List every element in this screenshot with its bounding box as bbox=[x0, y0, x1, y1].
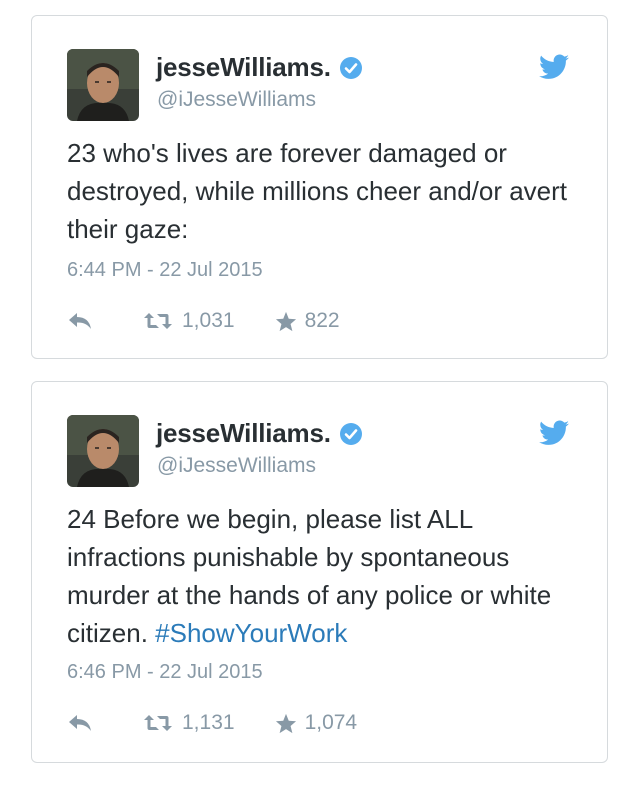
display-name[interactable]: jesseWilliams. bbox=[156, 418, 331, 449]
star-icon bbox=[275, 713, 296, 733]
user-handle[interactable]: @iJesseWilliams bbox=[157, 454, 316, 478]
reply-icon bbox=[69, 715, 91, 731]
favorite-count: 1,074 bbox=[304, 711, 358, 734]
star-icon bbox=[275, 311, 296, 331]
retweet-icon bbox=[144, 313, 172, 329]
twitter-bird-icon[interactable] bbox=[539, 54, 569, 80]
timestamp[interactable]: 6:44 PM - 22 Jul 2015 bbox=[67, 259, 263, 282]
favorite-button[interactable]: 1,074 bbox=[275, 711, 358, 735]
favorite-count: 822 bbox=[304, 309, 340, 332]
avatar[interactable] bbox=[67, 49, 139, 121]
avatar[interactable] bbox=[67, 415, 139, 487]
reply-button[interactable] bbox=[67, 311, 95, 331]
tweet-card[interactable]: jesseWilliams. @iJesseWilliams 24 Before… bbox=[31, 381, 608, 763]
retweet-count: 1,131 bbox=[182, 711, 235, 734]
retweet-button[interactable]: 1,131 bbox=[143, 711, 235, 735]
twitter-bird-icon[interactable] bbox=[539, 420, 569, 446]
tweet-text: 24 Before we begin, please list ALL infr… bbox=[67, 500, 587, 652]
tweet-card[interactable]: jesseWilliams. @iJesseWilliams 23 who's … bbox=[31, 15, 608, 359]
tweet-actions: 1,031 822 bbox=[67, 306, 340, 336]
tweet-actions: 1,131 1,074 bbox=[67, 708, 357, 738]
reply-button[interactable] bbox=[67, 713, 95, 733]
display-name[interactable]: jesseWilliams. bbox=[156, 52, 331, 83]
verified-badge-icon bbox=[339, 56, 363, 80]
retweet-icon bbox=[144, 715, 172, 731]
tweet-text: 23 who's lives are forever damaged or de… bbox=[67, 134, 587, 248]
retweet-button[interactable]: 1,031 bbox=[143, 309, 235, 333]
favorite-button[interactable]: 822 bbox=[275, 309, 340, 333]
author-row: jesseWilliams. bbox=[156, 52, 363, 83]
timestamp[interactable]: 6:46 PM - 22 Jul 2015 bbox=[67, 661, 263, 684]
retweet-count: 1,031 bbox=[182, 309, 235, 332]
user-handle[interactable]: @iJesseWilliams bbox=[157, 88, 316, 112]
verified-badge-icon bbox=[339, 422, 363, 446]
hashtag-link[interactable]: #ShowYourWork bbox=[155, 618, 347, 648]
author-row: jesseWilliams. bbox=[156, 418, 363, 449]
tweet-body: 23 who's lives are forever damaged or de… bbox=[67, 138, 568, 244]
reply-icon bbox=[69, 313, 91, 329]
